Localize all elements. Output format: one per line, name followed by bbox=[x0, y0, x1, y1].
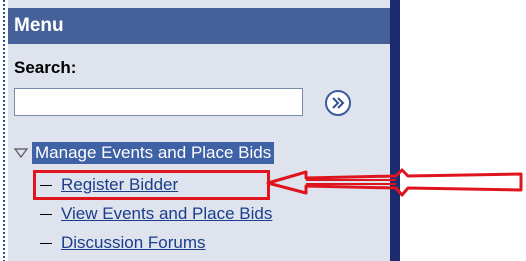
tree-dash bbox=[40, 242, 52, 244]
menu-header: Menu bbox=[8, 8, 390, 44]
search-label: Search: bbox=[14, 58, 77, 77]
dotted-border bbox=[3, 0, 5, 261]
annotation-arrow-icon bbox=[266, 168, 523, 197]
tree-root-manage-events[interactable]: Manage Events and Place Bids bbox=[14, 141, 275, 165]
double-chevron-right-icon bbox=[332, 97, 345, 109]
panel-edge bbox=[390, 0, 400, 261]
discussion-forums-link[interactable]: Discussion Forums bbox=[61, 233, 206, 253]
tree-root-label: Manage Events and Place Bids bbox=[32, 142, 275, 164]
tree-item-discussion-forums: Discussion Forums bbox=[40, 232, 206, 254]
annotation-highlight-box bbox=[33, 170, 270, 200]
tree-dash bbox=[40, 213, 52, 215]
screenshot-stage: Menu Search: Manage Events and Place Bid… bbox=[0, 0, 526, 261]
view-events-link[interactable]: View Events and Place Bids bbox=[61, 204, 272, 224]
search-input[interactable] bbox=[14, 88, 303, 116]
triangle-down-icon[interactable] bbox=[14, 146, 28, 160]
tree-item-view-events: View Events and Place Bids bbox=[40, 203, 272, 225]
search-go-button[interactable] bbox=[325, 90, 351, 116]
menu-title: Menu bbox=[14, 15, 64, 36]
